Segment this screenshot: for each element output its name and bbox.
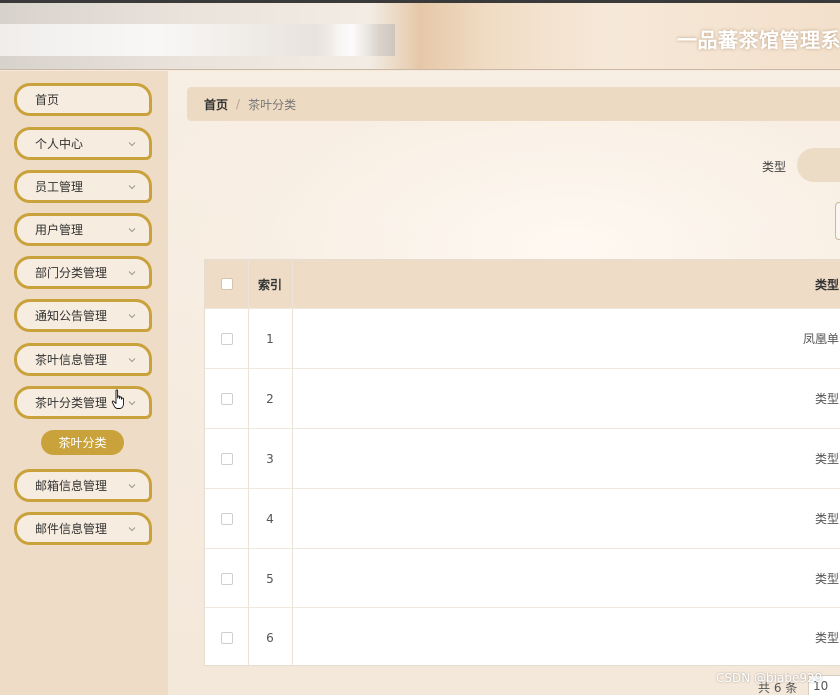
sidebar-item-users[interactable]: 用户管理 (14, 213, 152, 246)
sidebar-item-label: 邮箱信息管理 (35, 479, 108, 493)
chevron-down-icon (128, 226, 136, 234)
sidebar-item-notices[interactable]: 通知公告管理 (14, 299, 152, 332)
row-index: 5 (266, 571, 274, 586)
sidebar-item-department-category[interactable]: 部门分类管理 (14, 256, 152, 289)
chevron-down-icon (128, 312, 136, 320)
chevron-down-icon (128, 183, 136, 191)
sidebar-item-home[interactable]: 首页 (14, 83, 152, 116)
row-select-cell (205, 489, 248, 548)
chevron-down-icon (128, 399, 136, 407)
table-row[interactable]: 1 凤凰单 (205, 308, 840, 368)
row-index: 6 (266, 630, 274, 645)
row-checkbox[interactable] (220, 332, 233, 345)
row-type: 凤凰单 (802, 332, 839, 346)
table-row[interactable]: 3 类型 (205, 428, 840, 488)
row-select-cell (205, 549, 248, 608)
breadcrumb-separator: / (236, 97, 241, 111)
search-type-input[interactable] (797, 148, 840, 182)
sidebar-item-label: 通知公告管理 (35, 309, 108, 323)
sidebar-item-label: 茶叶信息管理 (35, 353, 108, 367)
chevron-down-icon (128, 140, 136, 148)
select-all-checkbox[interactable] (220, 278, 233, 290)
breadcrumb-current: 茶叶分类 (248, 97, 297, 112)
sidebar-item-label: 首页 (35, 93, 60, 107)
row-checkbox[interactable] (220, 392, 233, 405)
chevron-down-icon (128, 356, 136, 364)
sidebar-item-label: 员工管理 (35, 180, 84, 194)
sidebar-item-mail[interactable]: 邮件信息管理 (14, 512, 152, 545)
row-checkbox[interactable] (220, 452, 233, 465)
sidebar-item-label: 部门分类管理 (35, 266, 108, 280)
sidebar-item-personal-center[interactable]: 个人中心 (14, 127, 152, 160)
row-index: 1 (266, 331, 274, 346)
row-select-cell (205, 429, 248, 488)
row-checkbox[interactable] (220, 512, 233, 525)
chevron-down-icon (128, 525, 136, 533)
row-index: 4 (266, 511, 274, 526)
column-header-type[interactable]: 类型 (292, 260, 840, 308)
table-row[interactable]: 2 类型 (205, 368, 840, 428)
column-divider (248, 260, 249, 667)
search-type-label: 类型 (762, 160, 787, 174)
sidebar-item-label: 用户管理 (35, 223, 84, 237)
sidebar-item-tea-category[interactable]: 茶叶分类管理 (14, 386, 152, 419)
table-row[interactable]: 5 类型 (205, 548, 840, 608)
data-table: 索引 类型 1 凤凰单 2 类型 3 类型 4 类型 5 类型 6 类型 (204, 259, 840, 667)
row-select-cell (205, 309, 248, 368)
column-header-index: 索引 (257, 277, 282, 292)
row-index: 2 (266, 391, 274, 406)
sidebar-item-label: 茶叶分类管理 (35, 396, 108, 410)
header-select-all-cell (205, 260, 248, 308)
sidebar-item-staff[interactable]: 员工管理 (14, 170, 152, 203)
sidebar-subitem-tea-category[interactable]: 茶叶分类 (41, 430, 124, 455)
row-type: 类型 (814, 512, 839, 526)
sidebar-item-mailbox[interactable]: 邮箱信息管理 (14, 469, 152, 502)
main-content: 首页 / 茶叶分类 类型 索引 类型 1 凤凰单 2 类型 3 类型 4 类型 … (168, 71, 840, 695)
sidebar: 首页 个人中心 员工管理 用户管理 部门分类管理 通知公告管理 茶叶信息管理 茶… (0, 71, 168, 695)
row-checkbox[interactable] (220, 631, 233, 644)
watermark-text: CSDN @biabe929 (716, 671, 823, 685)
hand-cursor-icon (111, 389, 124, 409)
action-button-partial[interactable] (835, 202, 840, 240)
chevron-down-icon (128, 269, 136, 277)
table-row[interactable]: 4 类型 (205, 488, 840, 548)
app-title: 一品蕃茶馆管理系 (677, 28, 840, 52)
chevron-down-icon (128, 482, 136, 490)
row-select-cell (205, 608, 248, 667)
table-row[interactable]: 6 类型 (205, 607, 840, 667)
top-header: 一品蕃茶馆管理系 (0, 0, 840, 70)
row-type: 类型 (814, 452, 839, 466)
row-checkbox[interactable] (220, 572, 233, 585)
header-decoration-highlight (330, 24, 400, 56)
header-top-line (0, 0, 840, 3)
breadcrumb-home[interactable]: 首页 (204, 96, 228, 113)
row-type: 类型 (814, 572, 839, 586)
sidebar-item-label: 邮件信息管理 (35, 522, 108, 536)
row-type: 类型 (814, 392, 839, 406)
table-header: 索引 类型 (205, 260, 840, 308)
column-divider (292, 260, 293, 667)
breadcrumb: 首页 / 茶叶分类 (187, 87, 840, 121)
sidebar-item-label: 个人中心 (35, 137, 84, 151)
row-select-cell (205, 369, 248, 428)
row-index: 3 (266, 451, 274, 466)
row-type: 类型 (814, 631, 839, 645)
sidebar-item-tea-info[interactable]: 茶叶信息管理 (14, 343, 152, 376)
